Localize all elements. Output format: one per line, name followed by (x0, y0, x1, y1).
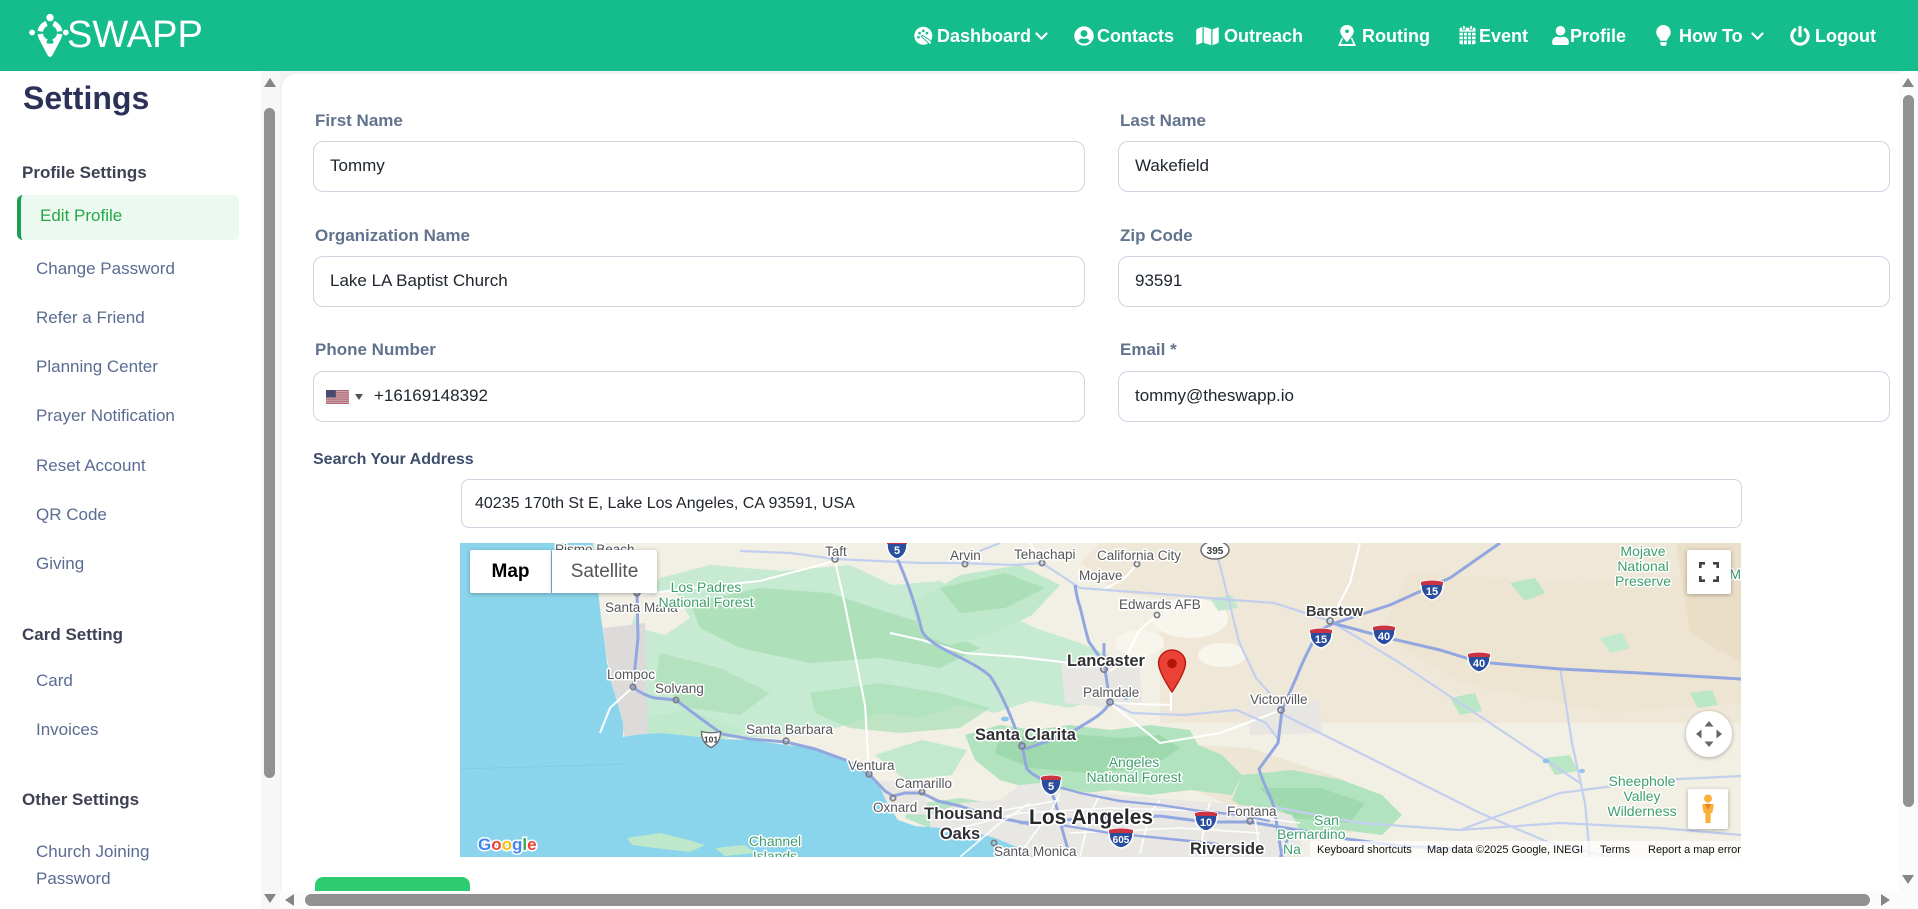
svg-text:Ventura: Ventura (848, 758, 895, 773)
svg-text:Mojave: Mojave (1079, 568, 1123, 583)
svg-text:Palmdale: Palmdale (1083, 685, 1139, 700)
svg-text:National: National (1617, 558, 1668, 574)
svg-text:Tehachapi: Tehachapi (1014, 547, 1076, 562)
svg-text:Fontana: Fontana (1227, 804, 1277, 819)
svg-text:Riverside: Riverside (1190, 840, 1264, 857)
svg-text:Taft: Taft (825, 544, 847, 559)
svg-text:Mojave: Mojave (1729, 566, 1741, 582)
svg-text:Valley: Valley (1623, 788, 1660, 804)
svg-text:Lompoc: Lompoc (607, 667, 655, 682)
svg-text:Thousand: Thousand (924, 805, 1003, 823)
svg-text:40: 40 (1473, 658, 1485, 670)
svg-text:Santa Monica: Santa Monica (994, 844, 1077, 857)
svg-text:Lancaster: Lancaster (1067, 652, 1146, 670)
svg-text:Edwards AFB: Edwards AFB (1119, 597, 1201, 612)
svg-text:Report a map error: Report a map error (1648, 844, 1741, 856)
svg-text:395: 395 (1207, 546, 1224, 557)
svg-text:Terms: Terms (1600, 844, 1630, 856)
svg-text:Oaks: Oaks (940, 825, 980, 843)
svg-text:Islands: Islands (753, 848, 797, 857)
svg-text:5: 5 (894, 545, 900, 557)
svg-text:Channel: Channel (749, 833, 801, 849)
svg-text:Mojave: Mojave (1620, 543, 1665, 559)
svg-text:Sheephole: Sheephole (1609, 773, 1676, 789)
svg-text:Santa Barbara: Santa Barbara (746, 722, 834, 737)
svg-text:15: 15 (1426, 586, 1438, 598)
svg-text:Camarillo: Camarillo (895, 776, 952, 791)
svg-text:15: 15 (1315, 634, 1327, 646)
svg-text:Los Padres: Los Padres (671, 579, 742, 595)
svg-text:10: 10 (1200, 817, 1212, 829)
svg-text:California City: California City (1097, 548, 1181, 563)
svg-text:National Forest: National Forest (1087, 769, 1182, 785)
svg-text:Los Angeles: Los Angeles (1029, 806, 1153, 829)
svg-text:Preserve: Preserve (1615, 573, 1671, 589)
svg-text:National Forest: National Forest (659, 594, 754, 610)
svg-text:Keyboard shortcuts: Keyboard shortcuts (1317, 844, 1412, 856)
svg-text:101: 101 (704, 735, 718, 745)
svg-text:Angeles: Angeles (1109, 754, 1160, 770)
svg-text:Solvang: Solvang (655, 681, 704, 696)
svg-text:Google: Google (478, 835, 537, 854)
svg-text:Victorville: Victorville (1250, 692, 1308, 707)
svg-text:Barstow: Barstow (1306, 604, 1364, 620)
svg-text:Santa Clarita: Santa Clarita (975, 726, 1077, 744)
svg-text:605: 605 (1113, 835, 1130, 846)
svg-text:Bernardino: Bernardino (1277, 826, 1346, 842)
svg-text:Arvin: Arvin (950, 548, 981, 563)
svg-text:Map data ©2025 Google, INEGI: Map data ©2025 Google, INEGI (1427, 844, 1583, 856)
svg-text:Oxnard: Oxnard (873, 800, 917, 815)
svg-text:5: 5 (1048, 781, 1054, 793)
svg-text:40: 40 (1378, 631, 1390, 643)
svg-text:Wilderness: Wilderness (1607, 803, 1676, 819)
svg-text:Na: Na (1283, 841, 1301, 857)
